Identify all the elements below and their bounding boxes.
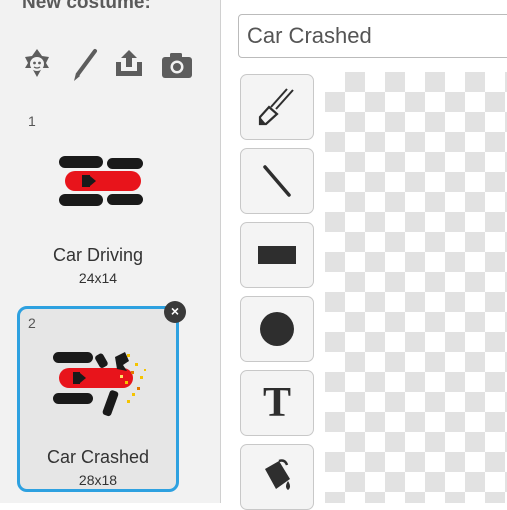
brush-icon [258, 88, 294, 126]
brush-tool-button[interactable] [240, 74, 314, 140]
costume-item-car-crashed[interactable]: 2 × Car Crashed 28x18 [17, 301, 186, 492]
car-driving-thumbnail [47, 145, 147, 225]
costume-name-input[interactable] [238, 14, 507, 58]
line-tool-button[interactable] [240, 148, 314, 214]
rectangle-icon [258, 246, 296, 264]
costume-list-panel: New costume: 1 Car Driving 24x14 2 × Car… [0, 0, 221, 503]
paint-bucket-icon [265, 459, 290, 490]
text-icon: T [262, 380, 291, 426]
sprite-library-icon[interactable] [20, 46, 54, 80]
camera-icon[interactable] [160, 48, 194, 82]
line-icon [263, 165, 291, 197]
close-icon: × [170, 303, 180, 319]
delete-costume-button[interactable]: × [164, 301, 186, 323]
rectangle-tool-button[interactable] [240, 222, 314, 288]
costume-number: 2 [28, 315, 36, 331]
fill-tool-button[interactable] [240, 444, 314, 510]
text-tool-button[interactable]: T [240, 370, 314, 436]
costume-number: 1 [28, 113, 36, 129]
car-crashed-thumbnail [47, 345, 147, 425]
paint-brush-icon[interactable] [68, 48, 102, 82]
costume-size: 28x18 [78, 472, 118, 488]
costume-name: Car Driving [52, 245, 144, 265]
paint-canvas[interactable] [325, 72, 507, 503]
ellipse-tool-button[interactable] [240, 296, 314, 362]
costume-item-car-driving[interactable]: 1 Car Driving 24x14 [17, 106, 179, 292]
costume-name: Car Crashed [46, 447, 150, 467]
ellipse-icon [260, 312, 294, 346]
new-costume-label: New costume: [22, 0, 151, 13]
upload-icon[interactable] [112, 46, 146, 80]
costume-size: 24x14 [78, 270, 118, 286]
